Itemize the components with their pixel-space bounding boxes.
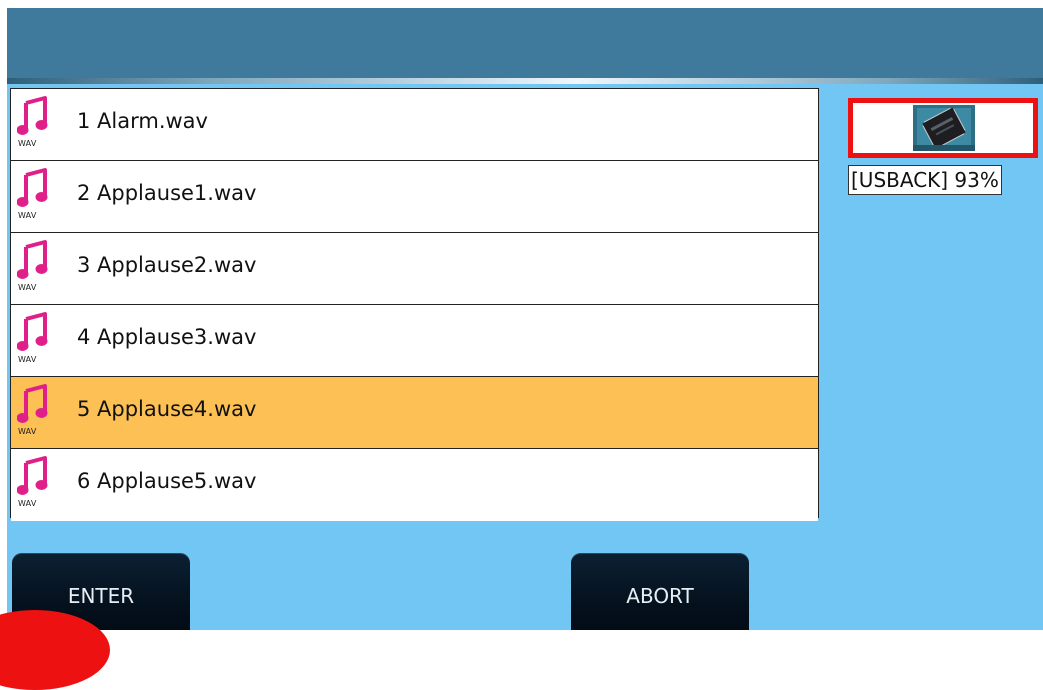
file-name: 5 Applause4.wav bbox=[77, 397, 257, 421]
device-status-label: [USBACK] 93% bbox=[848, 165, 1002, 195]
music-note-icon: WAV bbox=[17, 383, 49, 443]
file-row-selected[interactable]: WAV 5 Applause4.wav bbox=[11, 377, 818, 449]
file-row[interactable]: WAV 6 Applause5.wav bbox=[11, 449, 818, 521]
music-note-icon: WAV bbox=[17, 239, 49, 299]
file-row[interactable]: WAV 3 Applause2.wav bbox=[11, 233, 818, 305]
file-row[interactable]: WAV 4 Applause3.wav bbox=[11, 305, 818, 377]
file-name: 6 Applause5.wav bbox=[77, 469, 257, 493]
header-divider bbox=[7, 78, 1043, 84]
abort-button[interactable]: ABORT bbox=[571, 553, 749, 630]
music-note-icon: WAV bbox=[17, 455, 49, 515]
file-type-tag: WAV bbox=[18, 427, 37, 436]
file-type-tag: WAV bbox=[18, 499, 37, 508]
device-selector[interactable] bbox=[848, 98, 1038, 158]
file-name: 3 Applause2.wav bbox=[77, 253, 257, 277]
screen: WAV 1 Alarm.wav WAV 2 Applause1.wav WAV … bbox=[7, 8, 1043, 630]
file-name: 4 Applause3.wav bbox=[77, 325, 257, 349]
file-list[interactable]: WAV 1 Alarm.wav WAV 2 Applause1.wav WAV … bbox=[10, 88, 819, 521]
file-row[interactable]: WAV 2 Applause1.wav bbox=[11, 161, 818, 233]
file-type-tag: WAV bbox=[18, 139, 37, 148]
music-note-icon: WAV bbox=[17, 167, 49, 227]
file-type-tag: WAV bbox=[18, 211, 37, 220]
header-bar bbox=[7, 8, 1043, 78]
file-type-tag: WAV bbox=[18, 355, 37, 364]
file-name: 1 Alarm.wav bbox=[77, 109, 208, 133]
file-row[interactable]: WAV 1 Alarm.wav bbox=[11, 89, 818, 161]
file-name: 2 Applause1.wav bbox=[77, 181, 257, 205]
music-note-icon: WAV bbox=[17, 311, 49, 371]
usb-chip-icon bbox=[913, 105, 975, 151]
music-note-icon: WAV bbox=[17, 95, 49, 155]
file-type-tag: WAV bbox=[18, 283, 37, 292]
